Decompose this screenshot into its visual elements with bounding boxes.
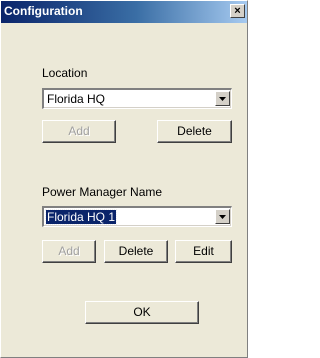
power-manager-selected-value: Florida HQ 1 xyxy=(44,209,118,225)
power-manager-dropdown-button[interactable] xyxy=(215,209,230,224)
chevron-down-icon xyxy=(219,215,226,219)
power-manager-dropdown[interactable]: Florida HQ 1 xyxy=(42,206,232,227)
title-bar[interactable]: Configuration × xyxy=(1,1,247,23)
location-dropdown-button[interactable] xyxy=(215,91,230,106)
location-add-button[interactable]: Add xyxy=(42,120,116,143)
chevron-down-icon xyxy=(219,97,226,101)
location-label: Location xyxy=(42,66,88,80)
configuration-dialog: Configuration × Location Florida HQ Add … xyxy=(0,0,248,358)
power-manager-edit-button[interactable]: Edit xyxy=(175,240,232,263)
close-icon: × xyxy=(234,5,241,17)
location-selected-value: Florida HQ xyxy=(47,92,106,106)
ok-button[interactable]: OK xyxy=(85,301,199,324)
window-title: Configuration xyxy=(4,4,83,18)
power-manager-add-button[interactable]: Add xyxy=(42,240,96,263)
power-manager-name-label: Power Manager Name xyxy=(42,185,163,199)
location-dropdown[interactable]: Florida HQ xyxy=(42,88,232,109)
location-delete-button[interactable]: Delete xyxy=(157,120,232,143)
close-button[interactable]: × xyxy=(230,4,245,18)
power-manager-delete-button[interactable]: Delete xyxy=(104,240,168,263)
